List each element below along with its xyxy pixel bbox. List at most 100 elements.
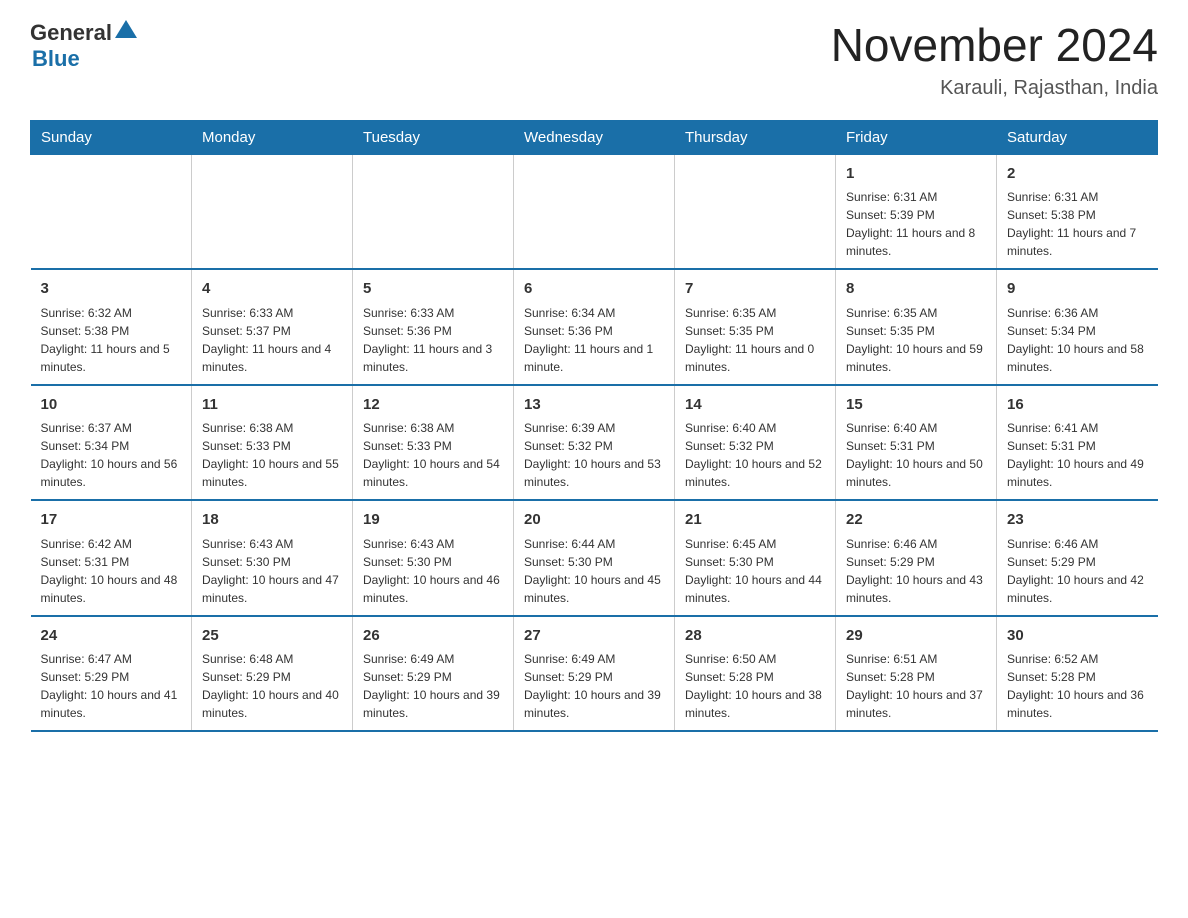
day-info: Sunrise: 6:34 AM Sunset: 5:36 PM Dayligh… — [524, 304, 664, 376]
day-number: 12 — [363, 394, 503, 417]
calendar-cell: 15Sunrise: 6:40 AM Sunset: 5:31 PM Dayli… — [836, 385, 997, 501]
calendar-cell: 18 Sunrise: 6:43 AM Sunset: 5:30 PM Dayli… — [192, 500, 353, 616]
calendar-subtitle: Karauli, Rajasthan, India — [831, 77, 1158, 100]
day-number: 4 — [202, 278, 342, 301]
day-number: 7 — [685, 278, 825, 301]
header-tuesday: Tuesday — [353, 120, 514, 154]
calendar-cell — [31, 154, 192, 269]
header-sunday: Sunday — [31, 120, 192, 154]
day-number: 28 — [685, 625, 825, 648]
calendar-cell: 28Sunrise: 6:50 AM Sunset: 5:28 PM Dayli… — [675, 616, 836, 732]
calendar-cell: 20 Sunrise: 6:44 AM Sunset: 5:30 PM Dayli… — [514, 500, 675, 616]
day-number: 3 — [41, 278, 182, 301]
header-saturday: Saturday — [997, 120, 1158, 154]
day-info: Sunrise: 6:32 AM Sunset: 5:38 PM Dayligh… — [41, 304, 182, 376]
calendar-cell: 9 Sunrise: 6:36 AM Sunset: 5:34 PM Daylig… — [997, 269, 1158, 385]
calendar-cell: 25Sunrise: 6:48 AM Sunset: 5:29 PM Dayli… — [192, 616, 353, 732]
calendar-cell: 26Sunrise: 6:49 AM Sunset: 5:29 PM Dayli… — [353, 616, 514, 732]
week-row-2: 3 Sunrise: 6:32 AM Sunset: 5:38 PM Daylig… — [31, 269, 1158, 385]
calendar-cell: 8 Sunrise: 6:35 AM Sunset: 5:35 PM Daylig… — [836, 269, 997, 385]
day-info: Sunrise: 6:52 AM Sunset: 5:28 PM Dayligh… — [1007, 650, 1148, 722]
calendar-cell: 22 Sunrise: 6:46 AM Sunset: 5:29 PM Dayli… — [836, 500, 997, 616]
day-number: 8 — [846, 278, 986, 301]
calendar-cell: 4 Sunrise: 6:33 AM Sunset: 5:37 PM Daylig… — [192, 269, 353, 385]
day-info: Sunrise: 6:49 AM Sunset: 5:29 PM Dayligh… — [524, 650, 664, 722]
day-number: 21 — [685, 509, 825, 532]
calendar-cell: 11Sunrise: 6:38 AM Sunset: 5:33 PM Dayli… — [192, 385, 353, 501]
day-number: 15 — [846, 394, 986, 417]
calendar-cell: 13Sunrise: 6:39 AM Sunset: 5:32 PM Dayli… — [514, 385, 675, 501]
day-info: Sunrise: 6:40 AM Sunset: 5:31 PM Dayligh… — [846, 419, 986, 491]
calendar-cell: 7 Sunrise: 6:35 AM Sunset: 5:35 PM Daylig… — [675, 269, 836, 385]
day-number: 22 — [846, 509, 986, 532]
day-info: Sunrise: 6:50 AM Sunset: 5:28 PM Dayligh… — [685, 650, 825, 722]
calendar-cell: 2Sunrise: 6:31 AM Sunset: 5:38 PM Daylig… — [997, 154, 1158, 269]
week-row-3: 10Sunrise: 6:37 AM Sunset: 5:34 PM Dayli… — [31, 385, 1158, 501]
day-number: 29 — [846, 625, 986, 648]
calendar-cell: 12Sunrise: 6:38 AM Sunset: 5:33 PM Dayli… — [353, 385, 514, 501]
week-row-1: 1Sunrise: 6:31 AM Sunset: 5:39 PM Daylig… — [31, 154, 1158, 269]
calendar-cell: 6 Sunrise: 6:34 AM Sunset: 5:36 PM Daylig… — [514, 269, 675, 385]
day-number: 24 — [41, 625, 182, 648]
day-number: 20 — [524, 509, 664, 532]
day-info: Sunrise: 6:51 AM Sunset: 5:28 PM Dayligh… — [846, 650, 986, 722]
logo-triangle-icon — [115, 20, 137, 38]
calendar-cell: 5 Sunrise: 6:33 AM Sunset: 5:36 PM Daylig… — [353, 269, 514, 385]
calendar-cell: 23Sunrise: 6:46 AM Sunset: 5:29 PM Dayli… — [997, 500, 1158, 616]
calendar-cell: 17 Sunrise: 6:42 AM Sunset: 5:31 PM Dayli… — [31, 500, 192, 616]
day-number: 18 — [202, 509, 342, 532]
day-number: 30 — [1007, 625, 1148, 648]
day-info: Sunrise: 6:46 AM Sunset: 5:29 PM Dayligh… — [846, 535, 986, 607]
header-thursday: Thursday — [675, 120, 836, 154]
day-info: Sunrise: 6:49 AM Sunset: 5:29 PM Dayligh… — [363, 650, 503, 722]
day-info: Sunrise: 6:33 AM Sunset: 5:37 PM Dayligh… — [202, 304, 342, 376]
day-number: 17 — [41, 509, 182, 532]
day-info: Sunrise: 6:39 AM Sunset: 5:32 PM Dayligh… — [524, 419, 664, 491]
day-info: Sunrise: 6:35 AM Sunset: 5:35 PM Dayligh… — [685, 304, 825, 376]
day-number: 14 — [685, 394, 825, 417]
day-info: Sunrise: 6:36 AM Sunset: 5:34 PM Dayligh… — [1007, 304, 1148, 376]
day-info: Sunrise: 6:42 AM Sunset: 5:31 PM Dayligh… — [41, 535, 182, 607]
day-info: Sunrise: 6:37 AM Sunset: 5:34 PM Dayligh… — [41, 419, 182, 491]
day-number: 6 — [524, 278, 664, 301]
header-wednesday: Wednesday — [514, 120, 675, 154]
day-info: Sunrise: 6:44 AM Sunset: 5:30 PM Dayligh… — [524, 535, 664, 607]
logo: General Blue — [30, 20, 137, 72]
calendar-cell: 16Sunrise: 6:41 AM Sunset: 5:31 PM Dayli… — [997, 385, 1158, 501]
calendar-header-row: Sunday Monday Tuesday Wednesday Thursday… — [31, 120, 1158, 154]
logo-blue-text: Blue — [32, 46, 80, 72]
day-number: 19 — [363, 509, 503, 532]
day-info: Sunrise: 6:31 AM Sunset: 5:38 PM Dayligh… — [1007, 188, 1148, 260]
day-info: Sunrise: 6:35 AM Sunset: 5:35 PM Dayligh… — [846, 304, 986, 376]
calendar-cell — [192, 154, 353, 269]
week-row-5: 24Sunrise: 6:47 AM Sunset: 5:29 PM Dayli… — [31, 616, 1158, 732]
day-info: Sunrise: 6:46 AM Sunset: 5:29 PM Dayligh… — [1007, 535, 1148, 607]
day-number: 10 — [41, 394, 182, 417]
logo-general-text: General — [30, 20, 112, 46]
day-number: 25 — [202, 625, 342, 648]
day-info: Sunrise: 6:48 AM Sunset: 5:29 PM Dayligh… — [202, 650, 342, 722]
day-info: Sunrise: 6:33 AM Sunset: 5:36 PM Dayligh… — [363, 304, 503, 376]
calendar-table: Sunday Monday Tuesday Wednesday Thursday… — [30, 120, 1158, 733]
day-info: Sunrise: 6:41 AM Sunset: 5:31 PM Dayligh… — [1007, 419, 1148, 491]
day-info: Sunrise: 6:43 AM Sunset: 5:30 PM Dayligh… — [202, 535, 342, 607]
day-info: Sunrise: 6:38 AM Sunset: 5:33 PM Dayligh… — [363, 419, 503, 491]
day-number: 11 — [202, 394, 342, 417]
week-row-4: 17 Sunrise: 6:42 AM Sunset: 5:31 PM Dayli… — [31, 500, 1158, 616]
day-number: 26 — [363, 625, 503, 648]
calendar-cell: 14Sunrise: 6:40 AM Sunset: 5:32 PM Dayli… — [675, 385, 836, 501]
day-number: 2 — [1007, 163, 1148, 186]
title-block: November 2024 Karauli, Rajasthan, India — [831, 20, 1158, 100]
calendar-cell: 10Sunrise: 6:37 AM Sunset: 5:34 PM Dayli… — [31, 385, 192, 501]
day-number: 1 — [846, 163, 986, 186]
header-monday: Monday — [192, 120, 353, 154]
calendar-cell — [514, 154, 675, 269]
calendar-cell: 24Sunrise: 6:47 AM Sunset: 5:29 PM Dayli… — [31, 616, 192, 732]
day-number: 9 — [1007, 278, 1148, 301]
day-info: Sunrise: 6:38 AM Sunset: 5:33 PM Dayligh… — [202, 419, 342, 491]
page-header: General Blue November 2024 Karauli, Raja… — [30, 20, 1158, 100]
day-info: Sunrise: 6:47 AM Sunset: 5:29 PM Dayligh… — [41, 650, 182, 722]
day-number: 13 — [524, 394, 664, 417]
day-number: 5 — [363, 278, 503, 301]
day-number: 16 — [1007, 394, 1148, 417]
